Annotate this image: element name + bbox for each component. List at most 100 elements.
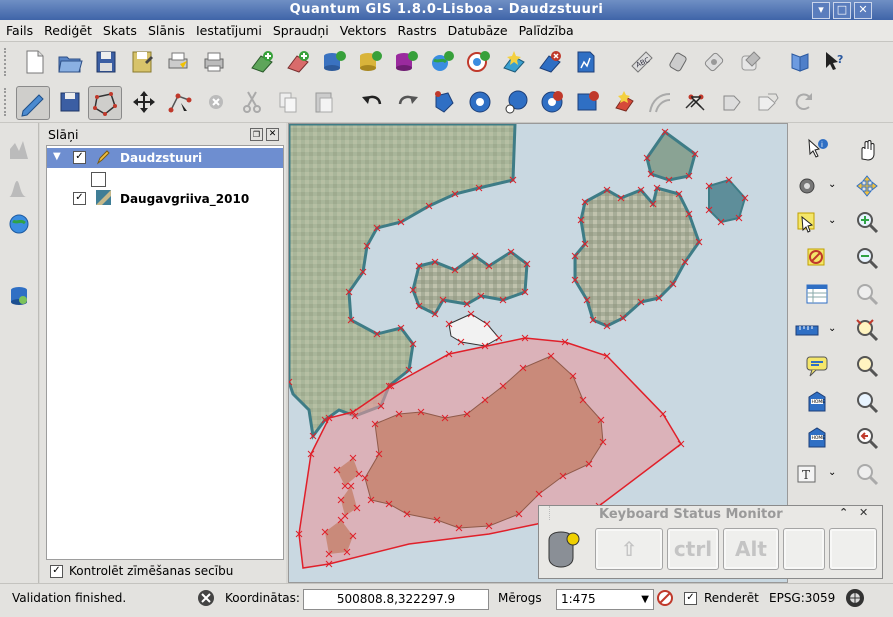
toolbar-grip[interactable] [4, 48, 9, 76]
menu-settings[interactable]: Iestatījumi [190, 20, 267, 38]
render-checkbox[interactable]: ✓ [684, 592, 697, 605]
crs-status-icon[interactable] [844, 587, 866, 609]
zoom-out-icon[interactable] [854, 245, 880, 271]
paste-features-icon[interactable] [310, 88, 338, 116]
new-shapefile-icon[interactable] [500, 48, 528, 76]
whats-this-icon[interactable]: ? [820, 48, 848, 76]
map-tips-icon[interactable] [804, 353, 830, 379]
rotate-label-icon[interactable] [700, 48, 728, 76]
chevron-down-icon[interactable]: ▼ [641, 590, 649, 609]
merge-features-icon[interactable] [718, 88, 746, 116]
chevron-down-icon[interactable]: ⌄ [828, 215, 836, 226]
chevron-down-icon[interactable]: ⌄ [828, 323, 836, 334]
crs-label[interactable]: EPSG:3059 [769, 591, 835, 605]
maximize-button[interactable]: □ [833, 2, 851, 19]
delete-part-icon[interactable] [574, 88, 602, 116]
menu-vector[interactable]: Vektors [334, 20, 392, 38]
globe-icon[interactable] [6, 211, 32, 237]
render-order-checkbox[interactable]: ✓ [50, 565, 63, 578]
add-ring-icon[interactable] [466, 88, 494, 116]
delete-selected-icon[interactable] [202, 88, 230, 116]
new-project-icon[interactable] [20, 48, 48, 76]
layer-visible-checkbox[interactable]: ✓ [73, 151, 86, 164]
menu-plugins[interactable]: Spraudņi [267, 20, 334, 38]
add-mssql-layer-icon[interactable] [392, 48, 420, 76]
node-tool-icon[interactable] [166, 88, 194, 116]
merge-attributes-icon[interactable] [754, 88, 782, 116]
menu-layer[interactable]: Slānis [142, 20, 190, 38]
move-feature-icon[interactable] [130, 88, 158, 116]
ksm-grip[interactable] [549, 506, 560, 520]
change-label-icon[interactable] [736, 48, 764, 76]
attribute-table-icon[interactable] [804, 281, 830, 307]
layer-visible-checkbox[interactable]: ✓ [73, 192, 86, 205]
toggle-extents-icon[interactable] [196, 588, 216, 608]
redo-icon[interactable] [394, 88, 422, 116]
menu-database[interactable]: Datubāze [442, 20, 513, 38]
zoom-next-icon[interactable] [854, 425, 880, 451]
layer-row-daudzstuuri[interactable]: ▼ ✓ Daudzstuuri [47, 148, 283, 168]
menu-file[interactable]: Fails [0, 20, 38, 38]
new-gpx-layer-icon[interactable] [572, 48, 600, 76]
print-composer-icon[interactable] [164, 48, 192, 76]
text-annotation-icon[interactable]: T [794, 461, 820, 487]
save-edits-icon[interactable] [56, 88, 84, 116]
toolbar-grip[interactable] [4, 88, 9, 116]
measure-line-icon[interactable] [794, 317, 820, 343]
cut-features-icon[interactable] [238, 88, 266, 116]
pan-to-selection-icon[interactable] [854, 173, 880, 199]
float-panel-icon[interactable]: ❐ [250, 128, 263, 141]
ksm-collapse-icon[interactable]: ⌃ [839, 506, 848, 519]
identify-features-icon[interactable]: i [804, 137, 830, 163]
deselect-features-icon[interactable] [804, 245, 830, 271]
offset-curve-icon[interactable] [646, 88, 674, 116]
undo-icon[interactable] [358, 88, 386, 116]
add-feature-icon[interactable] [88, 86, 122, 120]
add-vector-layer-icon[interactable] [248, 48, 276, 76]
simplify-feature-icon[interactable] [430, 88, 458, 116]
local-histogram-icon[interactable] [6, 175, 32, 201]
stop-render-icon[interactable] [656, 589, 674, 607]
remove-layer-icon[interactable] [536, 48, 564, 76]
zoom-full-icon[interactable] [854, 281, 880, 307]
reshape-features-icon[interactable] [610, 88, 638, 116]
add-raster-layer-icon[interactable] [284, 48, 312, 76]
layer-symbol-swatch[interactable] [91, 172, 106, 187]
print-icon[interactable] [200, 48, 228, 76]
add-wms-layer-icon[interactable] [428, 48, 456, 76]
histogram-stretch-icon[interactable] [6, 137, 32, 163]
chevron-down-icon[interactable]: ⌄ [828, 179, 836, 190]
menu-edit[interactable]: Rediģēt [38, 20, 97, 38]
database-manager-icon[interactable] [6, 283, 32, 309]
collapse-arrow-icon[interactable]: ▼ [53, 151, 61, 162]
chevron-down-icon[interactable]: ⌄ [828, 467, 836, 478]
move-label-icon[interactable] [664, 48, 692, 76]
rotate-symbols-icon[interactable] [790, 88, 818, 116]
menu-raster[interactable]: Rastrs [391, 20, 441, 38]
show-bookmarks-icon[interactable]: HOME [804, 425, 830, 451]
menu-view[interactable]: Skats [97, 20, 142, 38]
add-spatialite-layer-icon[interactable] [356, 48, 384, 76]
coordinates-field[interactable]: 500808.8,322297.9 [303, 589, 489, 610]
save-as-icon[interactable] [128, 48, 156, 76]
toggle-editing-icon[interactable] [16, 86, 50, 120]
close-panel-icon[interactable]: ✕ [266, 128, 279, 141]
copy-features-icon[interactable] [274, 88, 302, 116]
zoom-to-selection-icon[interactable] [854, 317, 880, 343]
save-project-icon[interactable] [92, 48, 120, 76]
add-wcs-layer-icon[interactable] [464, 48, 492, 76]
split-features-icon[interactable] [682, 88, 710, 116]
menu-help[interactable]: Palīdzība [513, 20, 579, 38]
help-book-icon[interactable] [786, 48, 814, 76]
zoom-to-layer-icon[interactable] [854, 353, 880, 379]
delete-ring-icon[interactable] [538, 88, 566, 116]
refresh-icon[interactable] [854, 461, 880, 487]
zoom-last-icon[interactable] [854, 389, 880, 415]
add-postgis-layer-icon[interactable] [320, 48, 348, 76]
add-part-icon[interactable] [502, 88, 530, 116]
pan-map-icon[interactable] [854, 137, 880, 163]
close-window-button[interactable]: ✕ [854, 2, 872, 19]
open-project-icon[interactable] [56, 48, 84, 76]
new-bookmark-icon[interactable]: HOME [804, 389, 830, 415]
scale-combobox[interactable]: 1:475 ▼ [556, 589, 654, 610]
